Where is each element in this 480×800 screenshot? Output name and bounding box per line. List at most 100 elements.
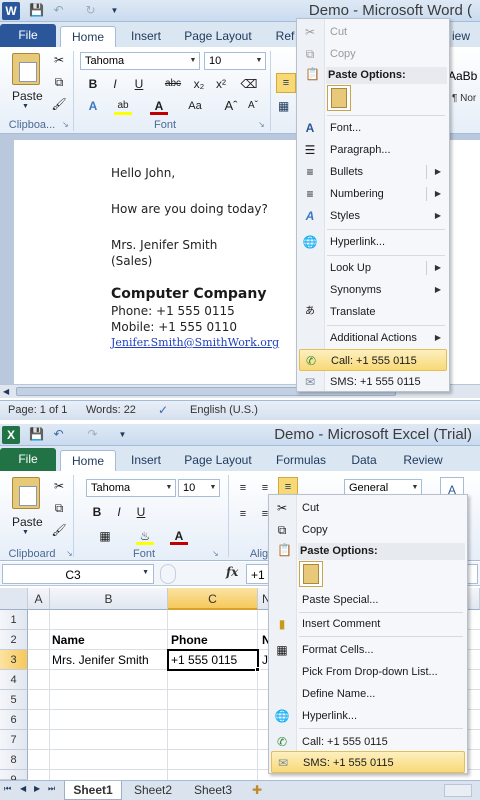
prev-sheet-icon[interactable]: ◀ xyxy=(20,784,26,793)
row-header-6[interactable]: 6 xyxy=(0,710,28,730)
undo-icon[interactable]: ↶ xyxy=(50,2,67,19)
menu-item-look-up[interactable]: Look Up ▶ xyxy=(299,257,447,279)
subscript-icon[interactable]: x₂ xyxy=(190,75,208,93)
format-painter-icon[interactable]: 🖌 xyxy=(50,521,68,539)
row-header-5[interactable]: 5 xyxy=(0,690,28,710)
paste-dropdown-icon[interactable]: ▼ xyxy=(22,103,29,110)
cell-c2[interactable]: Phone xyxy=(169,630,208,650)
menu-item-numbering[interactable]: ≡ Numbering ▶ xyxy=(299,183,447,205)
menu-item-cut[interactable]: ✂ Cut xyxy=(271,497,465,519)
paste-icon[interactable] xyxy=(12,477,40,509)
dialog-launcher-icon[interactable]: ↘ xyxy=(258,120,265,129)
excel-font-size-combo[interactable]: 10 ▼ xyxy=(178,479,220,497)
row-header-4[interactable]: 4 xyxy=(0,670,28,690)
menu-item-sms[interactable]: ✉ SMS: +1 555 0115 xyxy=(271,751,465,773)
row-header-1[interactable]: 1 xyxy=(0,610,28,630)
last-sheet-icon[interactable]: ⏭ xyxy=(48,784,55,794)
change-case-icon[interactable]: Aa xyxy=(186,97,204,115)
sheet-tab-3[interactable]: Sheet3 xyxy=(184,781,242,800)
text-effects-icon[interactable]: A xyxy=(84,97,102,115)
bold-icon[interactable]: B xyxy=(88,503,106,521)
align-top-icon[interactable]: ≡ xyxy=(234,479,252,497)
bold-icon[interactable]: B xyxy=(84,75,102,93)
italic-icon[interactable]: I xyxy=(110,503,128,521)
underline-icon[interactable]: U xyxy=(132,503,150,521)
dialog-launcher-icon[interactable]: ↘ xyxy=(66,549,73,558)
clear-formatting-icon[interactable]: ⌫ xyxy=(240,75,258,93)
qat-dropdown-icon[interactable]: ▼ xyxy=(114,426,131,443)
row-header-3[interactable]: 3 xyxy=(0,650,28,670)
word-status-language[interactable]: English (U.S.) xyxy=(190,404,258,416)
word-file-tab[interactable]: File xyxy=(0,24,56,47)
underline-icon[interactable]: U xyxy=(130,75,148,93)
proofing-icon[interactable]: ✓ xyxy=(158,403,168,417)
qat-dropdown-icon[interactable]: ▼ xyxy=(106,2,123,19)
borders-icon[interactable]: ▦ xyxy=(96,527,114,545)
excel-font-name-combo[interactable]: Tahoma ▼ xyxy=(86,479,176,497)
paste-icon[interactable] xyxy=(12,53,40,85)
menu-item-copy[interactable]: ⧉ Copy xyxy=(299,43,447,65)
row-header-2[interactable]: 2 xyxy=(0,630,28,650)
column-header-c[interactable]: C xyxy=(168,588,258,610)
highlight-color-icon[interactable]: ab xyxy=(114,97,132,115)
strikethrough-icon[interactable]: abc xyxy=(164,75,182,93)
align-left-icon[interactable]: ≡ xyxy=(276,73,296,93)
menu-item-hyperlink[interactable]: 🌐 Hyperlink... xyxy=(271,705,465,727)
cell-d3[interactable]: J xyxy=(260,650,268,670)
save-icon[interactable]: 💾 xyxy=(28,2,45,19)
paste-dropdown-icon[interactable]: ▼ xyxy=(22,529,29,536)
excel-app-icon[interactable]: X xyxy=(2,426,20,444)
font-color-icon[interactable]: A xyxy=(170,527,188,545)
save-icon[interactable]: 💾 xyxy=(28,426,45,443)
redo-icon[interactable]: ↻ xyxy=(82,2,99,19)
sheet-tab-2[interactable]: Sheet2 xyxy=(124,781,182,800)
word-tab-page-layout[interactable]: Page Layout xyxy=(178,26,258,47)
paste-button[interactable] xyxy=(299,561,323,587)
menu-item-insert-comment[interactable]: ▮ Insert Comment xyxy=(271,613,465,635)
menu-item-translate[interactable]: あ Translate xyxy=(299,301,447,323)
excel-tab-insert[interactable]: Insert xyxy=(124,450,168,471)
word-tab-insert[interactable]: Insert xyxy=(124,26,168,47)
excel-tab-formulas[interactable]: Formulas xyxy=(272,450,330,471)
word-app-icon[interactable]: W xyxy=(2,2,20,20)
insert-function-icon[interactable]: fx xyxy=(226,565,238,579)
sheet-tab-1[interactable]: Sheet1 xyxy=(64,781,122,800)
paste-keep-formatting-button[interactable] xyxy=(327,85,351,111)
word-font-name-combo[interactable]: Tahoma ▼ xyxy=(80,52,200,70)
font-color-icon[interactable]: A xyxy=(150,97,168,115)
horizontal-scrollbar[interactable] xyxy=(444,784,472,797)
redo-icon[interactable]: ↷ xyxy=(84,426,101,443)
first-sheet-icon[interactable]: ⏮ xyxy=(4,784,11,794)
column-header-a[interactable]: A xyxy=(28,588,50,610)
row-header-7[interactable]: 7 xyxy=(0,730,28,750)
menu-item-define-name[interactable]: Define Name... xyxy=(271,683,465,705)
menu-item-call[interactable]: ✆ Call: +1 555 0115 xyxy=(271,731,465,753)
fill-color-icon[interactable]: ♨ xyxy=(136,527,154,545)
menu-item-additional-actions[interactable]: Additional Actions ▶ xyxy=(299,327,447,349)
menu-item-format-cells[interactable]: ▦ Format Cells... xyxy=(271,639,465,661)
menu-item-bullets[interactable]: ≡ Bullets ▶ xyxy=(299,161,447,183)
format-painter-icon[interactable]: 🖌 xyxy=(50,95,68,113)
next-sheet-icon[interactable]: ▶ xyxy=(34,784,40,793)
excel-tab-home[interactable]: Home xyxy=(60,450,116,471)
word-tab-references[interactable]: Ref xyxy=(274,26,296,47)
scroll-left-icon[interactable]: ◀ xyxy=(3,385,9,398)
undo-icon[interactable]: ↶ xyxy=(50,426,67,443)
menu-item-pick-from-list[interactable]: Pick From Drop-down List... xyxy=(271,661,465,683)
menu-item-paste-special[interactable]: Paste Special... xyxy=(271,589,465,611)
word-tab-view[interactable]: iew xyxy=(448,26,474,47)
word-styles-preview[interactable]: AaBb xyxy=(448,69,477,83)
menu-item-sms[interactable]: ✉ SMS: +1 555 0115 xyxy=(299,371,447,393)
excel-tab-data[interactable]: Data xyxy=(344,450,384,471)
name-box[interactable]: C3 ▼ xyxy=(2,564,154,584)
select-all-corner[interactable] xyxy=(0,588,28,610)
menu-item-call[interactable]: ✆ Call: +1 555 0115 xyxy=(299,349,447,371)
insert-sheet-icon[interactable]: ✚ xyxy=(252,783,262,797)
excel-paste-button-label[interactable]: Paste xyxy=(12,515,43,529)
word-status-page[interactable]: Page: 1 of 1 xyxy=(8,404,67,416)
column-header-b[interactable]: B xyxy=(50,588,168,610)
copy-icon[interactable]: ⧉ xyxy=(50,73,68,91)
excel-tab-review[interactable]: Review xyxy=(398,450,448,471)
menu-item-cut[interactable]: ✂ Cut xyxy=(299,21,447,43)
menu-item-hyperlink[interactable]: 🌐 Hyperlink... xyxy=(299,231,447,253)
